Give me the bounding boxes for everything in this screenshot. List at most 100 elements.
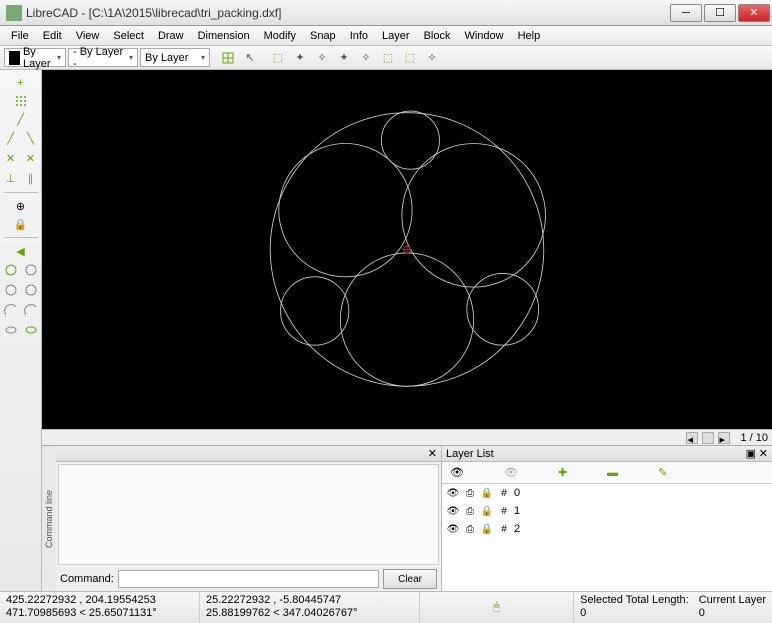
- tool-parallel-icon[interactable]: ∥: [22, 169, 40, 187]
- menu-info[interactable]: Info: [343, 28, 375, 44]
- window-title: LibreCAD - [C:\1A\2015\librecad\tri_pack…: [26, 6, 668, 20]
- layer-print-icon[interactable]: ⎙: [463, 504, 477, 518]
- linewidth-combo[interactable]: - By Layer -: [68, 48, 138, 67]
- tool-circle-icon[interactable]: [2, 261, 20, 279]
- tool-lock-icon[interactable]: 🔒: [12, 215, 30, 233]
- current-layer-value: 0: [699, 607, 766, 620]
- snap-middle-icon[interactable]: ✦: [334, 48, 354, 68]
- snap-distance-icon[interactable]: ✧: [356, 48, 376, 68]
- tool-line2-icon[interactable]: ╱: [2, 129, 20, 147]
- layer-remove-icon[interactable]: ▬: [607, 467, 618, 479]
- tool-grid-icon[interactable]: [12, 92, 30, 110]
- layer-lock-icon[interactable]: 🔒: [480, 522, 494, 536]
- command-panel-label: Command line: [42, 446, 56, 591]
- rel-polar: 25.88199762 < 347.04026767°: [206, 607, 413, 620]
- command-panel: ✕ Command: Clear: [56, 446, 442, 591]
- menu-snap[interactable]: Snap: [303, 28, 343, 44]
- layer-filter-eye-icon[interactable]: 👁: [450, 466, 464, 479]
- layer-edit-icon[interactable]: ✎: [658, 466, 667, 479]
- layer-filter-freeze-icon[interactable]: 👁: [504, 466, 518, 479]
- menu-file[interactable]: File: [4, 28, 36, 44]
- titlebar: LibreCAD - [C:\1A\2015\librecad\tri_pack…: [0, 0, 772, 26]
- tool-ellipse-icon[interactable]: [2, 321, 20, 339]
- clear-button[interactable]: Clear: [383, 569, 437, 589]
- linetype-combo[interactable]: By Layer: [140, 48, 210, 67]
- tool-circle4-icon[interactable]: [22, 281, 40, 299]
- tool-perp-icon[interactable]: ⊥: [2, 169, 20, 187]
- tool-back-icon[interactable]: ◀: [12, 242, 30, 260]
- layer-visible-icon[interactable]: 👁: [446, 486, 460, 500]
- layer-construction-icon[interactable]: #: [497, 486, 511, 500]
- tool-line-icon[interactable]: ╱: [12, 110, 30, 128]
- layer-print-icon[interactable]: ⎙: [463, 522, 477, 536]
- current-layer-label: Current Layer: [699, 594, 766, 607]
- command-log[interactable]: [58, 464, 439, 565]
- tool-angle1-icon[interactable]: ✕: [2, 149, 20, 167]
- layer-visible-icon[interactable]: 👁: [446, 504, 460, 518]
- layer-visible-icon[interactable]: 👁: [446, 522, 460, 536]
- layer-row[interactable]: 👁⎙🔒#1: [442, 502, 772, 520]
- tool-palette: + ╱ ╱╲ ✕✕ ⊥∥ ⊕ 🔒 ◀: [0, 70, 42, 591]
- layer-lock-icon[interactable]: 🔒: [480, 504, 494, 518]
- page-indicator: 1 / 10: [740, 432, 768, 444]
- selected-length-value: 0: [580, 607, 689, 620]
- abs-polar: 471.70985693 < 25.65071131°: [6, 607, 193, 620]
- layer-construction-icon[interactable]: #: [497, 522, 511, 536]
- close-button[interactable]: ✕: [738, 4, 770, 22]
- menu-block[interactable]: Block: [417, 28, 458, 44]
- menu-modify[interactable]: Modify: [257, 28, 303, 44]
- layer-panel-title: Layer List: [446, 448, 494, 460]
- layer-panel: Layer List▣ ✕ 👁 👁 ✚ ▬ ✎ 👁⎙🔒#0👁⎙🔒#1👁⎙🔒#2: [442, 446, 772, 591]
- tool-ellipse2-icon[interactable]: [22, 321, 40, 339]
- layer-construction-icon[interactable]: #: [497, 504, 511, 518]
- layer-lock-icon[interactable]: 🔒: [480, 486, 494, 500]
- minimize-button[interactable]: ─: [670, 4, 702, 22]
- tool-circle2-icon[interactable]: [22, 261, 40, 279]
- statusbar: 425.22272932 , 204.19554253 471.70985693…: [0, 591, 772, 623]
- snap-endpoint-icon[interactable]: ⬚: [268, 48, 288, 68]
- restrict-vertical-icon[interactable]: ✧: [422, 48, 442, 68]
- command-input[interactable]: [118, 570, 379, 588]
- maximize-button[interactable]: ☐: [704, 4, 736, 22]
- rel-coord: 25.22272932 , -5.80445747: [206, 594, 413, 607]
- layer-add-icon[interactable]: ✚: [558, 466, 567, 479]
- layer-name: 1: [514, 505, 520, 517]
- app-icon: [6, 5, 22, 21]
- layer-name: 0: [514, 487, 520, 499]
- layer-row[interactable]: 👁⎙🔒#2: [442, 520, 772, 538]
- tool-circle3-icon[interactable]: [2, 281, 20, 299]
- command-panel-close-icon[interactable]: ✕: [428, 447, 437, 460]
- tool-line3-icon[interactable]: ╲: [22, 129, 40, 147]
- tool-relative-icon[interactable]: ⊕: [12, 197, 30, 215]
- command-prompt: Command:: [60, 573, 114, 585]
- menubar: FileEditViewSelectDrawDimensionModifySna…: [0, 26, 772, 46]
- abs-coord: 425.22272932 , 204.19554253: [6, 594, 193, 607]
- menu-select[interactable]: Select: [106, 28, 151, 44]
- layer-row[interactable]: 👁⎙🔒#0: [442, 484, 772, 502]
- color-combo[interactable]: By Layer: [4, 48, 66, 67]
- drawing-canvas[interactable]: [42, 70, 772, 429]
- tool-angle2-icon[interactable]: ✕: [22, 149, 40, 167]
- tool-point-icon[interactable]: +: [12, 74, 30, 92]
- horizontal-scrollbar[interactable]: ◂▸ 1 / 10: [42, 429, 772, 445]
- mouse-hint-icon: 🖱: [493, 601, 500, 614]
- layer-panel-dock-icon[interactable]: ▣: [746, 447, 756, 460]
- selected-length-label: Selected Total Length:: [580, 594, 689, 607]
- layer-panel-close-icon[interactable]: ✕: [759, 447, 768, 460]
- menu-help[interactable]: Help: [511, 28, 548, 44]
- tool-arc-icon[interactable]: [2, 301, 20, 319]
- menu-draw[interactable]: Draw: [151, 28, 191, 44]
- restrict-horizontal-icon[interactable]: ⬚: [400, 48, 420, 68]
- menu-edit[interactable]: Edit: [36, 28, 69, 44]
- snap-free-icon[interactable]: ↖: [240, 48, 260, 68]
- layer-print-icon[interactable]: ⎙: [463, 486, 477, 500]
- menu-view[interactable]: View: [69, 28, 107, 44]
- snap-center-icon[interactable]: ✧: [312, 48, 332, 68]
- menu-dimension[interactable]: Dimension: [191, 28, 257, 44]
- snap-grid-icon[interactable]: [218, 48, 238, 68]
- snap-on-entity-icon[interactable]: ✦: [290, 48, 310, 68]
- menu-layer[interactable]: Layer: [375, 28, 417, 44]
- menu-window[interactable]: Window: [457, 28, 510, 44]
- snap-intersection-icon[interactable]: ⬚: [378, 48, 398, 68]
- tool-arc2-icon[interactable]: [22, 301, 40, 319]
